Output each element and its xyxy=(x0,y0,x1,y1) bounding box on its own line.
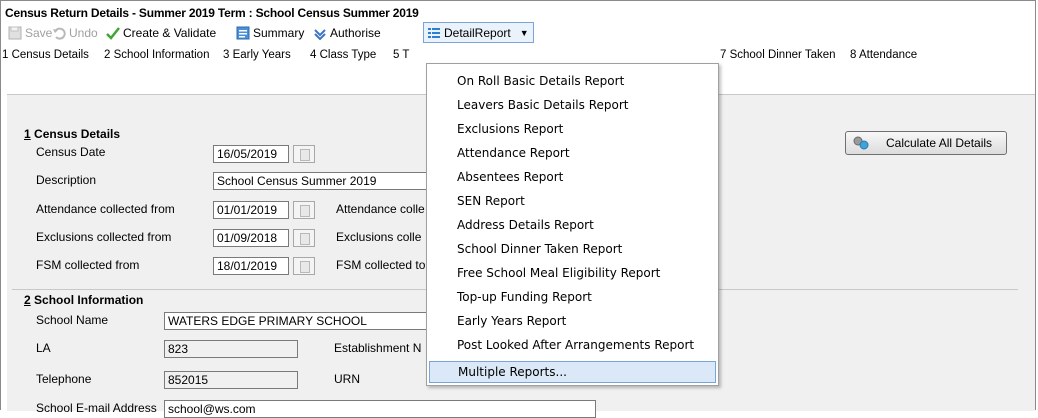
menu-item-free-school-meal-eligibility-report[interactable]: Free School Meal Eligibility Report xyxy=(457,262,660,284)
exclusions-to-label: Exclusions colle xyxy=(336,230,422,244)
menu-item-exclusions-report[interactable]: Exclusions Report xyxy=(457,118,563,140)
exclusions-from-label: Exclusions collected from xyxy=(36,230,172,244)
census-date-label: Census Date xyxy=(36,145,106,159)
toolbar: Save Undo Create & Validate Summary Auth… xyxy=(0,22,1034,44)
menu-item-leavers-basic-details-report[interactable]: Leavers Basic Details Report xyxy=(457,94,628,116)
exclusions-from-field[interactable]: 01/09/2018 xyxy=(213,229,289,247)
census-date-calendar-icon[interactable] xyxy=(293,145,315,163)
summary-label: Summary xyxy=(253,26,305,40)
school-name-field[interactable]: WATERS EDGE PRIMARY SCHOOL xyxy=(164,312,428,330)
nav-early-years[interactable]: 3 Early Years xyxy=(223,49,291,61)
save-button[interactable]: Save xyxy=(8,22,52,44)
undo-label: Undo xyxy=(69,26,98,40)
establishment-label: Establishment N xyxy=(334,341,422,355)
detail-report-dropdown[interactable]: DetailReport ▼ xyxy=(423,22,534,43)
calculate-all-details-button[interactable]: Calculate All Details xyxy=(845,131,1007,155)
la-field[interactable]: 823 xyxy=(164,340,298,358)
menu-item-sen-report[interactable]: SEN Report xyxy=(457,190,525,212)
menu-item-absentees-report[interactable]: Absentees Report xyxy=(457,166,563,188)
urn-label: URN xyxy=(334,372,360,386)
fsm-from-field[interactable]: 18/01/2019 xyxy=(213,257,289,275)
menu-item-multiple-reports[interactable]: Multiple Reports... xyxy=(429,361,716,383)
menu-item-post-looked-after-arrangements-report[interactable]: Post Looked After Arrangements Report xyxy=(457,334,694,356)
detail-report-menu: On Roll Basic Details Report Leavers Bas… xyxy=(426,63,719,386)
list-icon xyxy=(428,27,440,38)
calculate-icon xyxy=(853,136,869,150)
create-validate-label: Create & Validate xyxy=(123,26,217,40)
menu-item-on-roll-basic-details-report[interactable]: On Roll Basic Details Report xyxy=(457,70,624,92)
save-label: Save xyxy=(25,26,53,40)
description-field[interactable]: School Census Summer 2019 xyxy=(213,172,427,190)
calculate-all-label: Calculate All Details xyxy=(886,136,993,150)
summary-icon xyxy=(236,26,250,40)
nav-school-information[interactable]: 2 School Information xyxy=(104,49,209,61)
census-details-heading: 1 Census Details xyxy=(24,127,121,141)
telephone-field[interactable]: 852015 xyxy=(164,371,298,389)
save-icon xyxy=(8,26,22,40)
menu-item-early-years-report[interactable]: Early Years Report xyxy=(457,310,566,332)
nav-attendance[interactable]: 8 Attendance xyxy=(850,49,917,61)
fsm-from-label: FSM collected from xyxy=(36,258,140,272)
la-label: LA xyxy=(36,341,51,355)
nav-item-5[interactable]: 5 T xyxy=(393,49,409,61)
detail-report-label: DetailReport xyxy=(444,25,511,40)
nav-class-type[interactable]: 4 Class Type xyxy=(310,49,376,61)
fsm-from-calendar-icon[interactable] xyxy=(293,257,315,275)
attendance-from-label: Attendance collected from xyxy=(36,202,175,216)
school-information-heading: 2 School Information xyxy=(24,293,144,307)
telephone-label: Telephone xyxy=(36,372,92,386)
school-name-label: School Name xyxy=(36,313,109,327)
menu-item-top-up-funding-report[interactable]: Top-up Funding Report xyxy=(457,286,592,308)
attendance-from-calendar-icon[interactable] xyxy=(293,201,315,219)
create-validate-button[interactable]: Create & Validate xyxy=(106,22,216,44)
authorise-icon xyxy=(314,29,326,40)
description-label: Description xyxy=(36,173,97,187)
authorise-button[interactable]: Authorise xyxy=(313,22,381,44)
undo-icon xyxy=(53,27,66,40)
nav-census-details[interactable]: 1 Census Details xyxy=(2,49,89,61)
nav-school-dinner-taken[interactable]: 7 School Dinner Taken xyxy=(720,49,836,61)
attendance-from-field[interactable]: 01/01/2019 xyxy=(213,201,289,219)
menu-item-address-details-report[interactable]: Address Details Report xyxy=(457,214,594,236)
undo-button[interactable]: Undo xyxy=(52,22,98,44)
menu-item-attendance-report[interactable]: Attendance Report xyxy=(457,142,570,164)
authorise-label: Authorise xyxy=(330,26,381,40)
chevron-down-icon: ▼ xyxy=(519,27,529,38)
census-date-field[interactable]: 16/05/2019 xyxy=(213,145,289,163)
exclusions-from-calendar-icon[interactable] xyxy=(293,229,315,247)
summary-button[interactable]: Summary xyxy=(236,22,304,44)
attendance-to-label: Attendance colle xyxy=(336,202,425,216)
school-email-label: School E-mail Address xyxy=(36,401,157,415)
fsm-to-label: FSM collected to xyxy=(336,258,426,272)
menu-item-school-dinner-taken-report[interactable]: School Dinner Taken Report xyxy=(457,238,622,260)
window-title: Census Return Details - Summer 2019 Term… xyxy=(5,6,419,20)
school-email-field[interactable]: school@ws.com xyxy=(164,400,596,418)
checkmark-icon xyxy=(106,27,120,40)
